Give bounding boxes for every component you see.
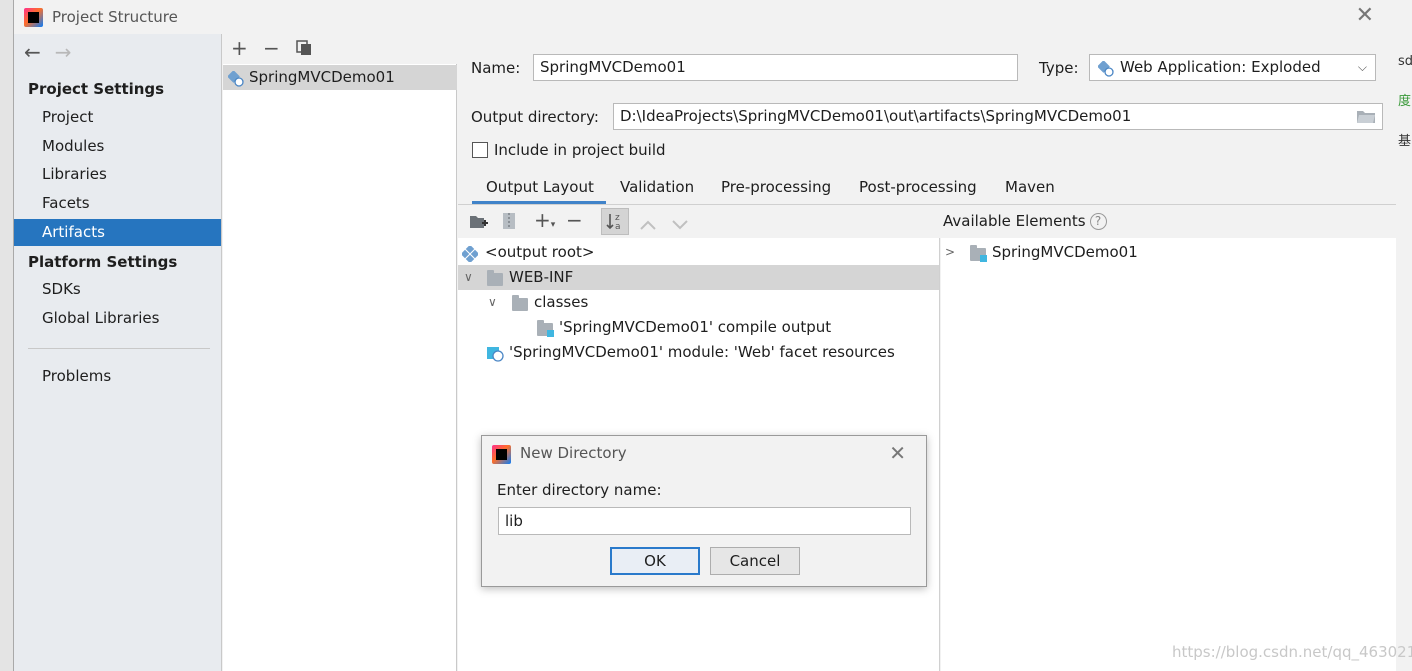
artifact-item-springmvcdemo01[interactable]: SpringMVCDemo01 [223, 65, 457, 90]
directory-name-label: Enter directory name: [497, 481, 662, 499]
tab-pre-processing[interactable]: Pre-processing [721, 178, 831, 196]
include-in-build-label: Include in project build [494, 141, 666, 159]
background-window-strip: sd 度 基 [1395, 0, 1412, 671]
tree-row-output-root[interactable]: <output root> [458, 240, 939, 265]
close-icon[interactable]: ✕ [889, 441, 906, 465]
window-title: Project Structure [52, 8, 178, 26]
tree-row-web-inf[interactable]: ∨ WEB-INF [458, 265, 939, 290]
available-elements-header: Available Elements? [941, 205, 1396, 238]
ok-button[interactable]: OK [610, 547, 700, 575]
intellij-logo-icon [24, 8, 43, 27]
forward-arrow-icon[interactable]: → [55, 40, 72, 64]
tree-row-label: <output root> [485, 243, 595, 261]
sidebar-item-modules[interactable]: Modules [14, 133, 221, 160]
artifacts-toolbar: + − [223, 34, 457, 64]
background-text-fragment: 基 [1398, 134, 1412, 149]
chevron-down-icon[interactable]: ∨ [464, 265, 473, 290]
settings-sidebar: ← → Project Settings Project Modules Libr… [14, 34, 222, 671]
web-artifact-icon [1097, 60, 1114, 85]
include-in-build-checkbox[interactable] [472, 142, 488, 158]
new-directory-icon[interactable] [469, 213, 488, 234]
back-arrow-icon[interactable]: ← [24, 40, 41, 64]
sort-elements-icon[interactable]: za [601, 208, 629, 235]
nav-arrows: ← → [24, 40, 86, 64]
available-item-springmvcdemo01[interactable]: > SpringMVCDemo01 [941, 240, 1396, 265]
type-select-value: Web Application: Exploded [1120, 58, 1321, 76]
folder-icon [512, 295, 528, 311]
sidebar-item-global-libraries[interactable]: Global Libraries [14, 305, 221, 332]
sidebar-item-sdks[interactable]: SDKs [14, 276, 221, 303]
tab-output-layout[interactable]: Output Layout [486, 178, 594, 196]
watermark: https://blog.csdn.net/qq_46302179 [1172, 643, 1412, 661]
sidebar-divider [28, 348, 210, 349]
output-layout-toolbar: +▾ − za [458, 205, 940, 238]
tree-row-label: WEB-INF [509, 268, 574, 286]
sidebar-item-libraries[interactable]: Libraries [14, 161, 221, 188]
sidebar-item-artifacts[interactable]: Artifacts [14, 219, 221, 246]
type-select[interactable]: Web Application: Exploded ⌵ [1089, 54, 1376, 81]
tree-row-compile-output[interactable]: 'SpringMVCDemo01' compile output [458, 315, 939, 340]
sidebar-item-project[interactable]: Project [14, 104, 221, 131]
name-input[interactable]: SpringMVCDemo01 [533, 54, 1018, 81]
background-text-fragment: sd [1398, 54, 1412, 69]
output-directory-value: D:\IdeaProjects\SpringMVCDemo01\out\arti… [620, 107, 1132, 125]
help-icon[interactable]: ? [1089, 213, 1107, 230]
add-copy-of-icon[interactable]: +▾ [534, 209, 555, 236]
tab-maven[interactable]: Maven [1005, 178, 1055, 196]
module-badge-icon [980, 255, 987, 262]
artifacts-list: + − SpringMVCDemo01 [223, 34, 457, 671]
chevron-right-icon[interactable]: > [945, 240, 955, 265]
chevron-down-icon[interactable]: ∨ [488, 290, 497, 315]
web-facet-icon [487, 345, 504, 370]
remove-element-icon[interactable]: − [566, 209, 583, 231]
tree-row-classes[interactable]: ∨ classes [458, 290, 939, 315]
copy-icon[interactable] [295, 39, 313, 61]
tree-row-label: classes [534, 293, 589, 311]
title-bar[interactable]: Project Structure ✕ [14, 0, 1396, 34]
archive-icon[interactable] [502, 212, 516, 234]
name-label: Name: [471, 59, 521, 77]
project-settings-heading: Project Settings [28, 80, 165, 98]
directory-name-input[interactable] [498, 507, 911, 535]
dialog-title: New Directory [520, 444, 627, 462]
available-item-label: SpringMVCDemo01 [992, 243, 1138, 261]
web-artifact-icon [227, 70, 244, 95]
output-directory-label: Output directory: [471, 108, 599, 126]
move-up-icon[interactable] [640, 216, 656, 234]
new-directory-dialog: New Directory ✕ Enter directory name: OK… [481, 435, 927, 587]
sidebar-item-facets[interactable]: Facets [14, 190, 221, 217]
sidebar-item-problems[interactable]: Problems [14, 363, 221, 390]
platform-settings-heading: Platform Settings [28, 253, 178, 271]
available-elements-panel: Available Elements? > SpringMVCDemo01 [941, 205, 1396, 671]
module-badge-icon [547, 330, 554, 337]
svg-text:a: a [615, 222, 621, 232]
tree-row-facet-resources[interactable]: 'SpringMVCDemo01' module: 'Web' facet re… [458, 340, 939, 365]
type-label: Type: [1039, 59, 1079, 77]
tab-post-processing[interactable]: Post-processing [859, 178, 977, 196]
artifact-item-label: SpringMVCDemo01 [249, 68, 395, 86]
background-text-fragment: 度 [1398, 94, 1412, 109]
add-icon[interactable]: + [231, 37, 248, 59]
tree-row-label: 'SpringMVCDemo01' module: 'Web' facet re… [509, 343, 895, 361]
tree-row-label: 'SpringMVCDemo01' compile output [559, 318, 832, 336]
close-icon[interactable]: ✕ [1356, 5, 1374, 27]
move-down-icon[interactable] [672, 216, 688, 234]
browse-folder-icon[interactable] [1356, 108, 1376, 124]
intellij-logo-icon [492, 445, 511, 464]
folder-icon [487, 270, 503, 286]
remove-icon[interactable]: − [263, 37, 280, 59]
chevron-down-icon: ⌵ [1357, 60, 1367, 74]
output-directory-input[interactable]: D:\IdeaProjects\SpringMVCDemo01\out\arti… [613, 103, 1383, 130]
tab-validation[interactable]: Validation [620, 178, 694, 196]
available-elements-heading: Available Elements [943, 212, 1086, 230]
cancel-button[interactable]: Cancel [710, 547, 800, 575]
background-left-edge [0, 0, 13, 671]
